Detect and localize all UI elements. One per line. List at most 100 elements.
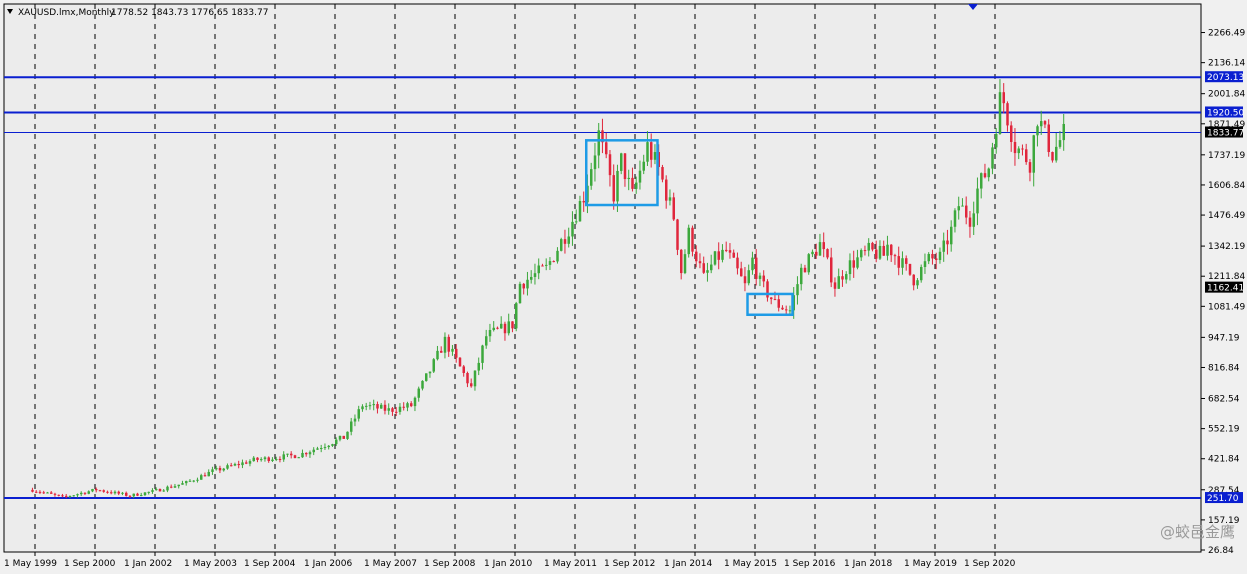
candle-body	[567, 236, 570, 244]
candle-body	[522, 283, 525, 289]
candle-body	[1051, 152, 1054, 161]
candle-body	[207, 471, 210, 477]
candle-body	[908, 263, 912, 275]
candle-body	[1043, 121, 1047, 125]
y-tick-label: 1737.19	[1208, 151, 1245, 161]
plot-area[interactable]	[3, 3, 1202, 553]
candle-body	[713, 251, 717, 265]
candle-body	[875, 249, 878, 259]
candle-body	[518, 283, 522, 304]
price-level-label: 1920.50	[1207, 108, 1244, 118]
candle-body	[470, 383, 473, 387]
candle-body	[717, 251, 720, 260]
candle-body	[593, 155, 597, 170]
candle-body	[788, 310, 792, 312]
candle-body	[953, 210, 957, 227]
candle-body	[845, 274, 848, 280]
candle-body	[132, 493, 135, 497]
x-tick-label: 1 May 2015	[724, 559, 777, 569]
candle-body	[755, 257, 758, 279]
candle-body	[995, 133, 998, 148]
candle-body	[455, 348, 458, 358]
candle-body	[38, 491, 42, 493]
candle-body	[968, 217, 972, 227]
candle-body	[267, 457, 270, 461]
candle-body	[1055, 146, 1058, 161]
candle-body	[350, 421, 353, 432]
candle-body	[286, 453, 289, 455]
candle-body	[76, 494, 79, 496]
candle-body	[72, 495, 75, 497]
y-tick-label: 26.84	[1208, 546, 1234, 556]
candle-body	[822, 242, 825, 250]
candle-body	[1013, 141, 1017, 154]
price-level-label: 2073.13	[1207, 73, 1244, 83]
candle-body	[263, 457, 267, 460]
candle-body	[432, 359, 435, 372]
candle-body	[125, 492, 128, 496]
candle-body	[886, 244, 889, 256]
candle-body	[485, 336, 488, 346]
candle-body	[102, 490, 105, 492]
candle-body	[361, 406, 364, 410]
candle-body	[957, 206, 960, 211]
candle-body	[642, 161, 645, 171]
candle-body	[327, 445, 330, 448]
candle-body	[800, 267, 803, 285]
candle-body	[282, 454, 285, 460]
candle-body	[271, 459, 274, 461]
y-tick-label: 2266.49	[1208, 29, 1245, 39]
candle-body	[203, 475, 207, 477]
candle-body	[91, 489, 94, 492]
x-tick-label: 1 Jan 2010	[484, 559, 532, 569]
candle-body	[702, 263, 705, 273]
candle-body	[848, 260, 852, 275]
candle-body	[826, 249, 829, 258]
candle-body	[113, 491, 117, 494]
candle-body	[773, 299, 777, 301]
candle-body	[500, 323, 503, 329]
candle-body	[177, 484, 180, 487]
watermark: @蛟邑金鹰	[1159, 523, 1235, 541]
candle-body	[563, 239, 567, 244]
candle-body	[65, 495, 68, 497]
candle-body	[425, 373, 428, 381]
candle-body	[80, 492, 83, 495]
candle-body	[215, 467, 218, 470]
candle-body	[121, 492, 124, 494]
symbol-title: XAUUSD.lmx,Monthly	[18, 8, 115, 18]
candle-body	[605, 142, 608, 155]
candle-body	[687, 227, 690, 255]
price-chart[interactable]: 2266.492136.142001.841871.491737.191606.…	[0, 0, 1247, 574]
candle-body	[462, 366, 465, 373]
candle-body	[1058, 140, 1062, 147]
candle-body	[290, 453, 293, 456]
candle-body	[503, 323, 507, 334]
candle-body	[552, 261, 555, 263]
candle-body	[391, 408, 394, 412]
candle-body	[841, 276, 844, 280]
x-tick-label: 1 Sep 2020	[964, 559, 1016, 569]
candle-body	[1006, 103, 1009, 126]
candle-body	[42, 492, 45, 494]
x-tick-label: 1 Jan 2018	[844, 559, 892, 569]
candle-body	[1025, 149, 1028, 163]
candle-body	[481, 345, 484, 363]
candle-body	[871, 242, 874, 250]
candle-body	[890, 244, 893, 256]
candle-body	[170, 486, 173, 488]
x-tick-label: 1 Sep 2000	[64, 559, 116, 569]
candle-body	[758, 275, 762, 279]
candle-body	[222, 468, 225, 471]
candle-body	[721, 249, 724, 260]
candle-body	[612, 175, 615, 202]
candle-body	[863, 250, 867, 252]
chart-window[interactable]: 2266.49 2136.14 2001.84 1871.49 1737.19 1606.…	[0, 0, 1247, 574]
candle-body	[762, 275, 765, 282]
candle-body	[653, 152, 657, 160]
candle-body	[1010, 125, 1013, 142]
candle-body	[698, 261, 702, 264]
candle-body	[833, 282, 837, 289]
candle-body	[571, 221, 574, 237]
candle-body	[590, 169, 593, 186]
